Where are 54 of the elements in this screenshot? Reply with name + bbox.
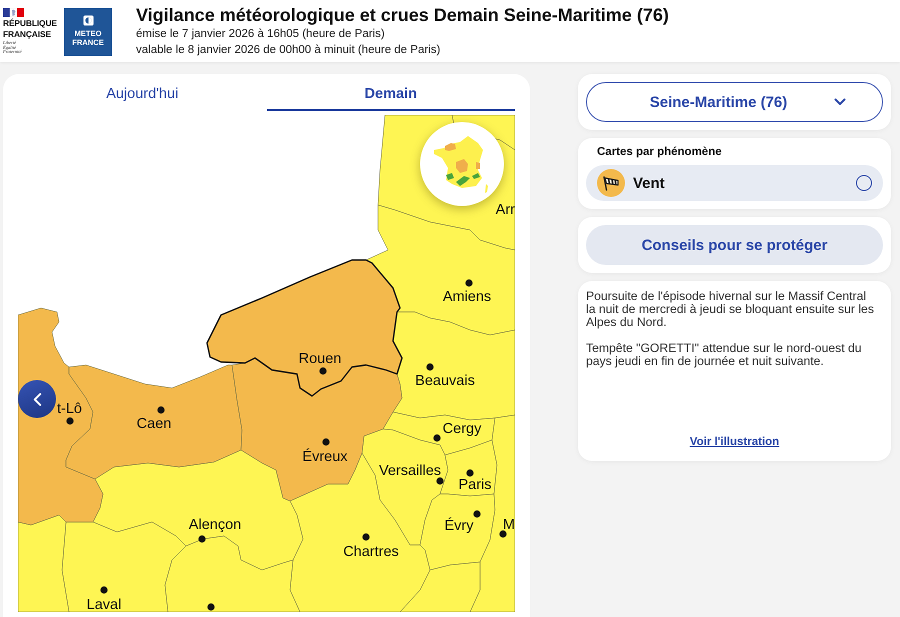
city-dot-icon (499, 530, 507, 538)
city-label: Caen (136, 416, 172, 432)
section-title: Cartes par phénomène (596, 146, 723, 159)
illustration-link[interactable]: Voir l'illustration (690, 436, 780, 449)
logo-text: RÉPUBLIQUE FRANÇAISE (3, 18, 57, 39)
department-area[interactable] (392, 312, 515, 420)
city-label: Arr (496, 202, 515, 218)
city-label: Rouen (298, 351, 342, 367)
flag-icon (3, 8, 24, 17)
phenomenon-label: Vent (633, 174, 666, 192)
chevron-down-icon (834, 98, 846, 106)
city-label: Paris (458, 477, 492, 493)
dropdown-value: Seine-Maritime (76) (648, 94, 788, 110)
city-dot-icon (207, 603, 215, 611)
city-dot-icon (433, 434, 441, 442)
city-label: Versailles (378, 463, 442, 479)
city-dot-icon (322, 438, 330, 446)
city-label: t-Lô (57, 401, 82, 417)
city-label: Chartres (343, 544, 399, 560)
city-label: Beauvais (415, 373, 475, 389)
bulletin-text: Tempête "GORETTI" attendue sur le nord-ouest du pays jeudi en fin de journée et nuit suivante. (586, 342, 863, 368)
city-dot-icon (100, 586, 108, 594)
city-label: Cergy (442, 421, 482, 437)
bulletin-text: Poursuite de l'épisode hivernal sur le Massif Central la nuit de mercredi à jeudi se bloquant ensuite sur les Alpes du Nord. (586, 290, 875, 329)
windsock-icon (597, 169, 625, 197)
city-dot-icon (157, 406, 165, 414)
city-label: Évreux (302, 449, 348, 465)
day-tab[interactable]: Demain (266, 86, 515, 111)
city-dot-icon (436, 477, 444, 485)
city-dot-icon (319, 367, 327, 375)
city-dot-icon (473, 510, 481, 518)
issued-text: émise le 7 janvier 2026 à 16h05 (heure de Paris) (136, 27, 386, 42)
city-dot-icon (66, 417, 74, 425)
page-title: Vigilance météorologique et crues Demain Seine-Maritime (76) (136, 5, 669, 26)
radio-button[interactable] (856, 175, 872, 191)
city-dot-icon (465, 279, 473, 287)
city-label: Amiens (442, 289, 492, 305)
phenomenon-option[interactable]: Vent (586, 165, 883, 201)
day-tab[interactable]: Aujourd'hui (18, 86, 266, 111)
city-label: Évry (444, 518, 474, 534)
city-label: Laval (86, 597, 122, 612)
department-area[interactable] (440, 440, 498, 496)
validity-text: valable le 8 janvier 2026 de 00h00 à minuit (heure de Paris) (136, 43, 442, 58)
city-dot-icon (362, 533, 370, 541)
department-area[interactable] (206, 259, 403, 397)
advice-button[interactable]: Conseils pour se protéger (586, 225, 883, 265)
department-dropdown[interactable]: Seine-Maritime (76) (586, 82, 883, 122)
emblem-icon (82, 15, 94, 26)
city-dot-icon (198, 535, 206, 543)
city-label: Alençon (188, 517, 242, 533)
chevron-left-icon (32, 392, 42, 406)
city-dot-icon (426, 363, 434, 371)
city-label: M (502, 517, 515, 533)
city-dot-icon (466, 469, 474, 477)
